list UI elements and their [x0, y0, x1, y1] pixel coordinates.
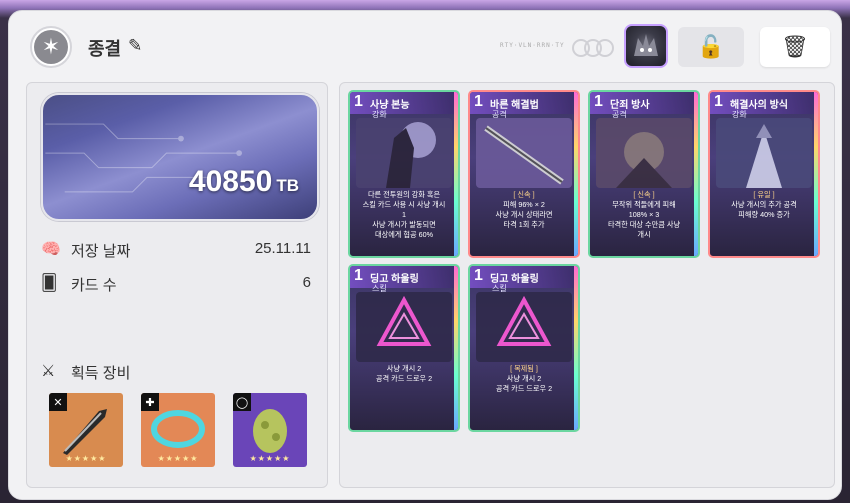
- card-cost: 1: [474, 93, 483, 110]
- card-description: [ 유일 ] 사냥 개시의 추가 공격 피해량 40% 증가: [731, 190, 797, 219]
- crossed-swords-icon: ⚔: [41, 363, 56, 380]
- stat-value: 6: [302, 274, 311, 291]
- card-description: [ 신속 ] 무작위 적들에게 피해 108% × 3 타격한 대상 수만큼 사냥 개시: [607, 190, 681, 239]
- edit-name-icon[interactable]: ✎: [128, 36, 142, 56]
- card-description: [ 복제됨 ] 사냥 개시 2 공격 카드 드로우 2: [495, 364, 553, 393]
- rarity-stars: ★★★★★: [65, 454, 107, 463]
- delete-button[interactable]: 🗑: [760, 27, 830, 67]
- slot-header: ✶ 종결 ✎ RTY·VLN·RRN·TY 🔓 🗑: [20, 22, 835, 72]
- storage-banner: 40850 TB: [41, 93, 319, 221]
- unlock-button[interactable]: 🔓: [678, 27, 744, 67]
- rarity-stars: ★★★★★: [157, 454, 199, 463]
- trash-icon: 🗑: [781, 34, 809, 59]
- rarity-stars: ★★★★★: [249, 454, 291, 463]
- stat-save-date: 🧠 저장 날짜 25.11.11: [41, 237, 317, 263]
- star-icon: ✶: [34, 30, 68, 64]
- armor-icon: ✚: [141, 393, 159, 411]
- code-text: RTY·VLN·RRN·TY: [500, 42, 565, 49]
- card-cost: 1: [354, 93, 363, 110]
- card-description: 사냥 개시 2 공격 카드 드로우 2: [375, 364, 433, 383]
- stat-value: 25.11.11: [254, 240, 311, 257]
- brain-icon: 🧠: [41, 241, 61, 258]
- card-art: [476, 118, 572, 188]
- stat-label: 카드 수: [71, 277, 117, 294]
- card-icon: 🂠: [41, 275, 58, 292]
- character-avatar[interactable]: [624, 24, 668, 68]
- card-condemnation-radiation[interactable]: 1 단죄 방사 공격 [ 신속 ] 무작위 적들에게 피해 108% × 3 타격한 …: [588, 90, 700, 258]
- card-art: [476, 292, 572, 362]
- card-art: [716, 118, 812, 188]
- sword-icon: ✕: [49, 393, 67, 411]
- card-cost: 1: [714, 93, 723, 110]
- card-art: [596, 118, 692, 188]
- ring-icon: ◯: [233, 393, 251, 411]
- card-right-solution[interactable]: 1 바른 해결법 공격 [ 신속 ] 피해 96% × 2 사냥 개시 상태라면 타격…: [468, 90, 580, 258]
- card-cost: 1: [354, 267, 363, 284]
- unlock-icon: 🔓: [697, 34, 725, 59]
- card-hunting-instinct[interactable]: 1 사냥 본능 강화 다른 전투원의 강화 혹은 스킬 카드 사용 시 사냥 개시…: [348, 90, 460, 258]
- card-art: [356, 292, 452, 362]
- card-art: [356, 118, 452, 188]
- rings-icon: [572, 37, 616, 59]
- slot-badge: ✶: [30, 26, 72, 68]
- equipment-title: 획득 장비: [71, 365, 131, 382]
- equipment-heading: ⚔ 획득 장비: [41, 359, 317, 385]
- card-description: 다른 전투원의 강화 혹은 스킬 카드 사용 시 사냥 개시 1 사냥 개시가 발동되…: [362, 190, 446, 239]
- card-cost: 1: [594, 93, 603, 110]
- slot-title: 종결: [88, 39, 122, 59]
- equipment-slot-weapon[interactable]: ✕ ★★★★★: [49, 393, 123, 467]
- card-description: [ 신속 ] 피해 96% × 2 사냥 개시 상태라면 타격 1회 추가: [495, 190, 553, 229]
- stat-label: 저장 날짜: [71, 243, 131, 260]
- storage-value: 40850 TB: [188, 165, 299, 198]
- storage-unit: TB: [276, 176, 299, 195]
- stat-card-count: 🂠 카드 수 6: [41, 271, 317, 297]
- summary-panel: 40850 TB 🧠 저장 날짜 25.11.11 🂠 카드 수 6 ⚔ 획득 장…: [26, 82, 328, 488]
- card-deck-panel: 1 사냥 본능 강화 다른 전투원의 강화 혹은 스킬 카드 사용 시 사냥 개시…: [339, 82, 835, 488]
- card-cost: 1: [474, 267, 483, 284]
- equipment-slot-bracelet[interactable]: ✚ ★★★★★: [141, 393, 215, 467]
- equipment-slot-egg[interactable]: ◯ ★★★★★: [233, 393, 307, 467]
- card-solver-method[interactable]: 1 해결사의 방식 강화 [ 유일 ] 사냥 개시의 추가 공격 피해량 40% 증…: [708, 90, 820, 258]
- card-dingo-howling-copy[interactable]: 1 딩고 하울링 스킬 [ 복제됨 ] 사냥 개시 2 공격 카드 드로우 2: [468, 264, 580, 432]
- card-dingo-howling[interactable]: 1 딩고 하울링 스킬 사냥 개시 2 공격 카드 드로우 2: [348, 264, 460, 432]
